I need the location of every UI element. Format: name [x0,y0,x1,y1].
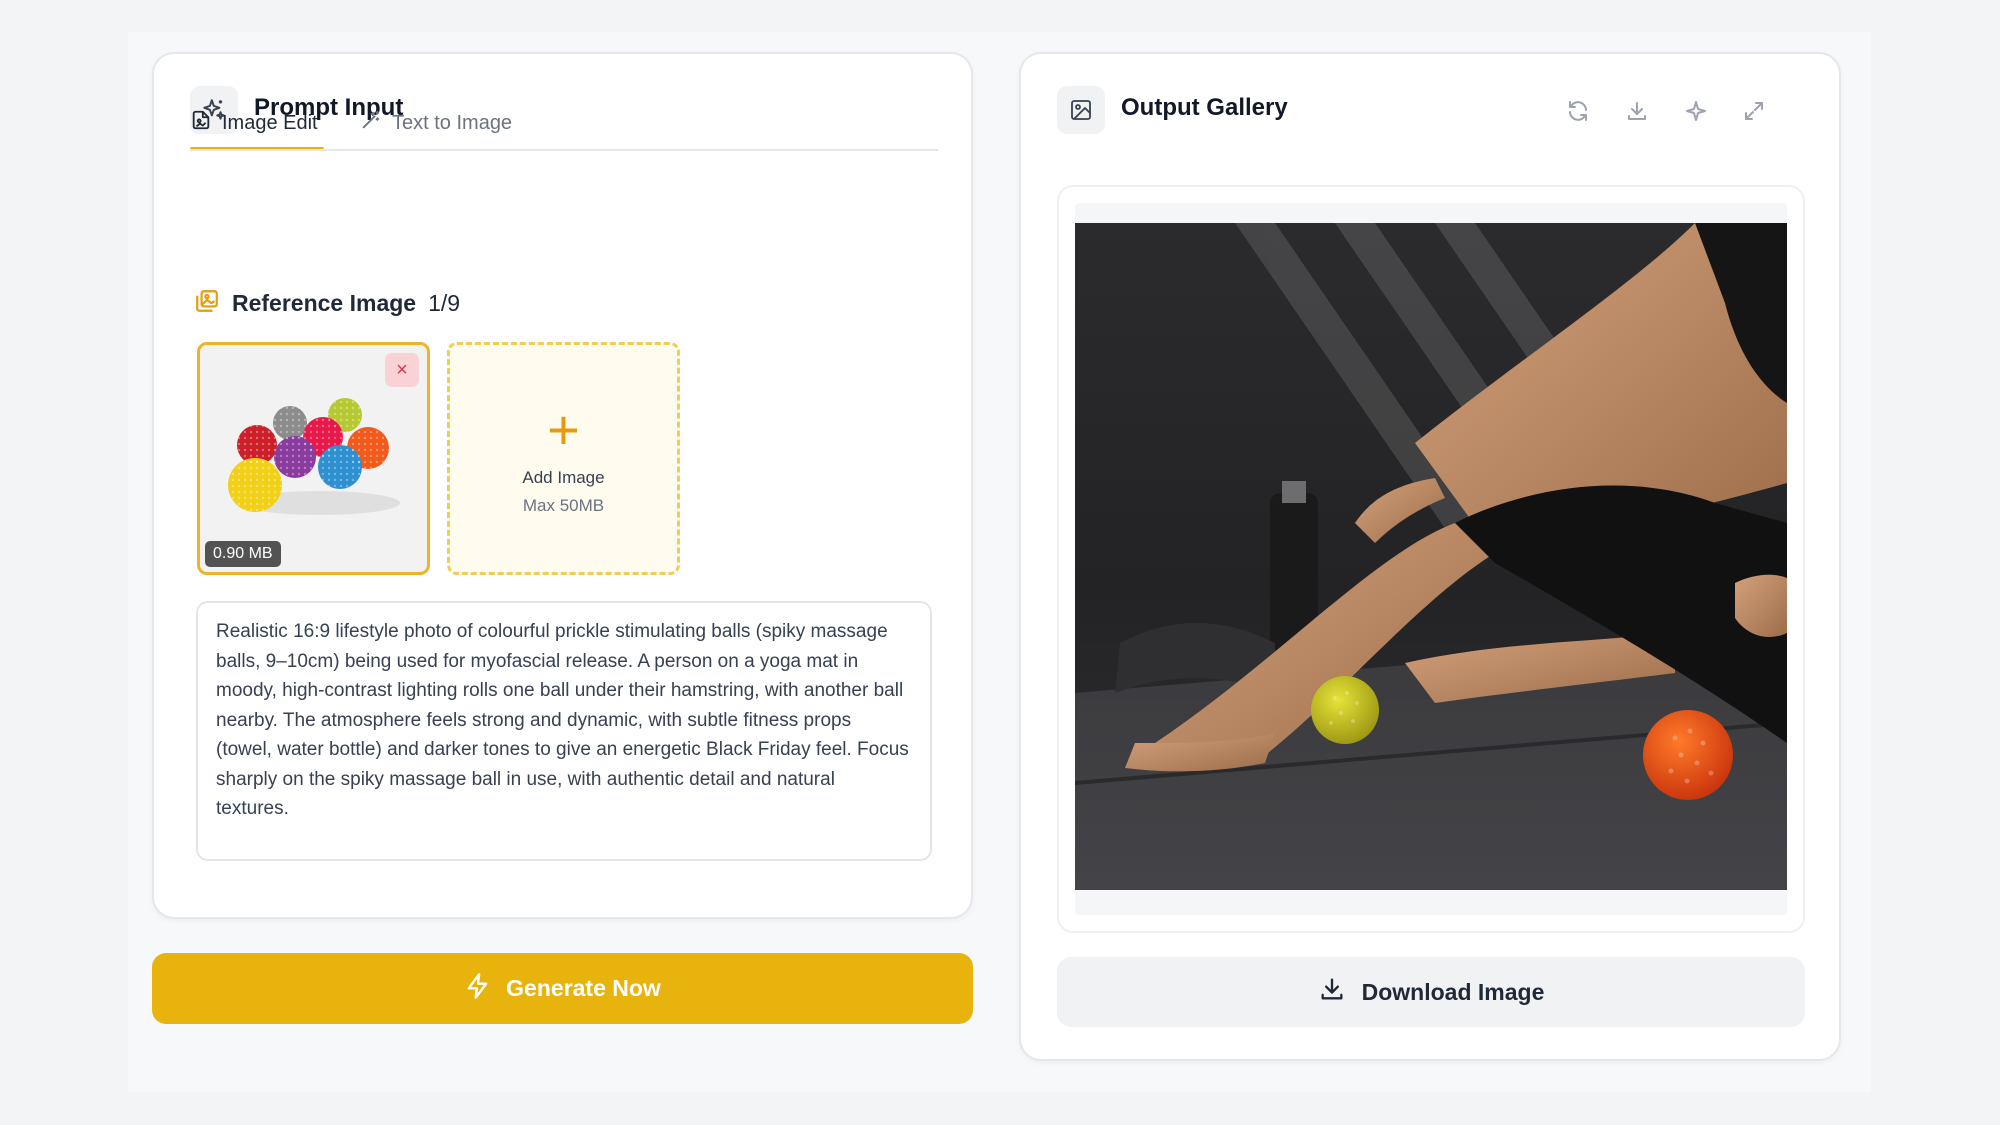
reference-image-title: Reference Image [232,290,417,316]
prompt-textarea[interactable]: Realistic 16:9 lifestyle photo of colour… [196,601,932,861]
generated-image[interactable] [1075,223,1787,890]
plus-icon: + [547,397,580,461]
image-gallery-icon [194,288,220,319]
tab-label: Image Edit [222,111,318,134]
gallery-frame [1057,185,1805,933]
add-image-label: Add Image [522,467,605,487]
tabs-divider [190,149,938,151]
download-icon[interactable] [1618,92,1656,130]
download-icon [1318,975,1346,1009]
image-icon [1057,86,1105,134]
reference-image-count: 1/9 [428,290,461,316]
generated-photo [1075,223,1787,890]
reference-thumbnail[interactable]: × 0.90 MB [197,342,430,575]
refresh-icon[interactable] [1559,92,1597,130]
magic-wand-icon [360,109,382,137]
download-label: Download Image [1361,978,1545,1005]
prompt-input-panel: Prompt Input Image Edit Text to Image Re… [152,52,973,919]
reference-image-heading: Reference Image 1/9 [194,288,460,319]
tab-label: Text to Image [392,111,513,134]
generate-now-button[interactable]: Generate Now [152,953,973,1024]
generate-label: Generate Now [506,975,661,1001]
close-icon: × [396,358,408,381]
expand-icon[interactable] [1735,92,1773,130]
remove-image-button[interactable]: × [385,353,419,387]
tab-image-edit[interactable]: Image Edit [190,109,318,137]
image-edit-icon [190,109,212,137]
panel-title: Output Gallery [1121,94,1288,121]
tab-text-to-image[interactable]: Text to Image [360,109,512,137]
download-image-button[interactable]: Download Image [1057,957,1805,1027]
lightning-icon [464,972,492,1006]
mode-tabs: Image Edit Text to Image [190,109,938,219]
output-gallery-panel: Output Gallery Download Image [1019,52,1841,1061]
add-image-button[interactable]: + Add Image Max 50MB [447,342,680,575]
file-size-badge: 0.90 MB [205,541,281,567]
max-size-label: Max 50MB [522,495,605,515]
sparkle-icon[interactable] [1677,92,1715,130]
gallery-canvas [1075,203,1787,915]
